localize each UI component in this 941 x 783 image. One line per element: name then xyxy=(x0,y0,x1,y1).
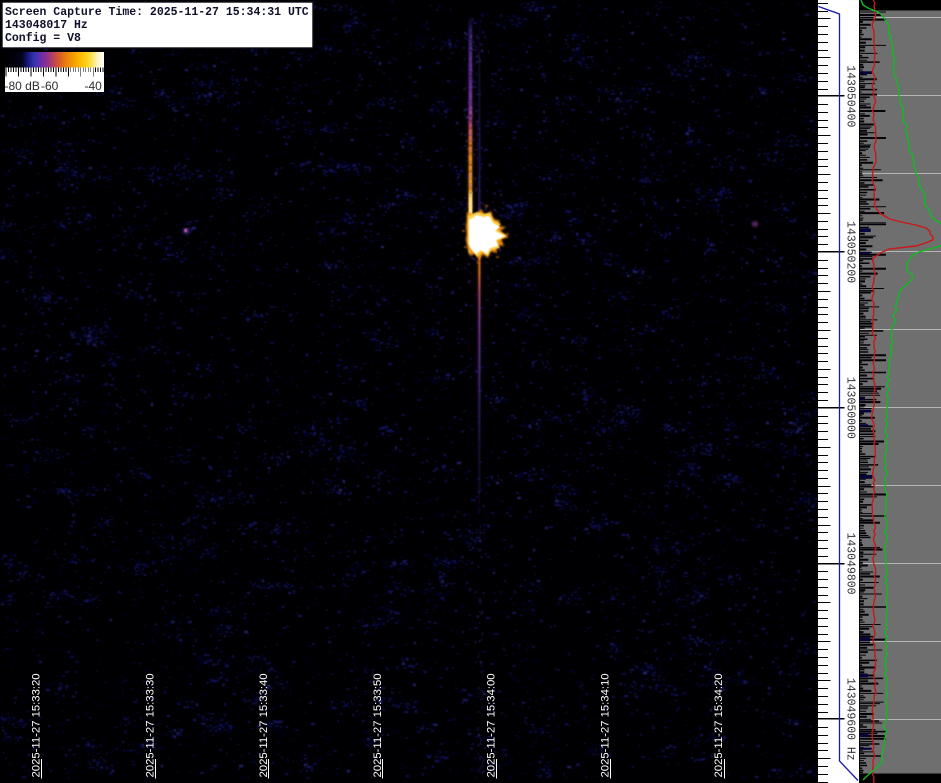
svg-text:Config = V8: Config = V8 xyxy=(5,32,81,45)
svg-text:2025-11-27 15:33:50: 2025-11-27 15:33:50 xyxy=(372,673,384,777)
svg-text:143049800: 143049800 xyxy=(844,532,857,594)
svg-text:143049600 Hz: 143049600 Hz xyxy=(844,678,857,761)
svg-text:-60: -60 xyxy=(41,79,59,93)
svg-text:143050200: 143050200 xyxy=(844,221,857,283)
svg-text:-80 dB: -80 dB xyxy=(5,79,40,93)
svg-text:2025-11-27 15:33:20: 2025-11-27 15:33:20 xyxy=(31,673,43,777)
svg-text:143050400: 143050400 xyxy=(844,65,857,127)
svg-text:-40: -40 xyxy=(85,79,103,93)
svg-text:2025-11-27 15:33:40: 2025-11-27 15:33:40 xyxy=(258,673,270,777)
svg-text:143048017 Hz: 143048017 Hz xyxy=(5,19,88,32)
svg-text:2025-11-27 15:33:30: 2025-11-27 15:33:30 xyxy=(144,673,156,777)
svg-text:2025-11-27 15:34:00: 2025-11-27 15:34:00 xyxy=(486,673,498,777)
svg-text:2025-11-27 15:34:10: 2025-11-27 15:34:10 xyxy=(599,673,611,777)
svg-text:Screen Capture Time: 2025-11-2: Screen Capture Time: 2025-11-27 15:34:31… xyxy=(5,6,309,19)
svg-text:143050000: 143050000 xyxy=(844,377,857,439)
svg-text:2025-11-27 15:34:20: 2025-11-27 15:34:20 xyxy=(713,673,725,777)
